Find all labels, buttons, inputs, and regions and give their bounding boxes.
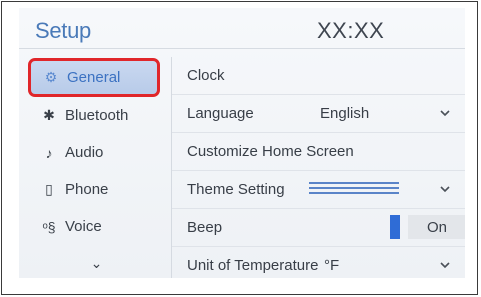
- setting-label: Beep: [187, 219, 223, 236]
- clock-display: XX:XX: [317, 18, 385, 43]
- setup-screen: Setup XX:XX ⚙ General ✱ Bluetooth ♪ Audi…: [19, 8, 465, 278]
- sidebar-item-voice[interactable]: ᵒ§ Voice: [29, 208, 164, 245]
- setting-row-beep[interactable]: Beep On: [172, 209, 465, 247]
- sidebar-item-label: Bluetooth: [65, 107, 129, 124]
- theme-preview-icon: [309, 182, 399, 196]
- phone-icon: ▯: [45, 181, 53, 197]
- setting-row-temperature[interactable]: Unit of Temperature °F: [172, 247, 465, 278]
- sidebar-item-label: General: [67, 69, 121, 86]
- temperature-value: °F: [324, 257, 340, 274]
- setting-label: Clock: [187, 67, 225, 84]
- chevron-down-icon: ⌄: [90, 255, 103, 271]
- setting-label: Language: [187, 105, 254, 122]
- setting-label: Unit of Temperature: [187, 257, 319, 274]
- sidebar-item-phone[interactable]: ▯ Phone: [29, 171, 164, 208]
- page-title: Setup: [35, 18, 91, 43]
- sidebar-item-bluetooth[interactable]: ✱ Bluetooth: [29, 97, 164, 134]
- voice-icon: ᵒ§: [42, 218, 56, 235]
- bluetooth-icon: ✱: [43, 107, 55, 123]
- setting-row-language[interactable]: Language English: [172, 95, 465, 133]
- sidebar-more-button[interactable]: ⌄: [29, 245, 164, 278]
- screenshot-frame: Setup XX:XX ⚙ General ✱ Bluetooth ♪ Audi…: [1, 1, 478, 295]
- sidebar-item-audio[interactable]: ♪ Audio: [29, 134, 164, 171]
- chevron-down-icon[interactable]: [438, 182, 452, 196]
- sidebar-item-label: Phone: [65, 181, 109, 198]
- setting-label: Theme Setting: [187, 181, 285, 198]
- setting-row-home-screen[interactable]: Customize Home Screen: [172, 133, 465, 171]
- language-value: English: [320, 105, 370, 122]
- gear-icon: ⚙: [44, 69, 58, 85]
- chevron-down-icon[interactable]: [438, 258, 452, 272]
- music-note-icon: ♪: [45, 144, 53, 161]
- header-divider: [19, 48, 465, 49]
- chevron-down-icon[interactable]: [438, 106, 452, 120]
- toggle-state: On: [408, 215, 465, 239]
- header: Setup XX:XX: [19, 8, 465, 50]
- setting-label: Customize Home Screen: [187, 143, 354, 160]
- sidebar: ⚙ General ✱ Bluetooth ♪ Audio ▯ Phone ᵒ§…: [28, 58, 164, 278]
- settings-list: Clock Language English Customize Home Sc…: [171, 57, 465, 278]
- sidebar-item-label: Voice: [65, 218, 102, 235]
- setting-row-theme[interactable]: Theme Setting: [172, 171, 465, 209]
- sidebar-item-general[interactable]: ⚙ General: [28, 58, 160, 97]
- toggle-indicator: [390, 215, 400, 239]
- sidebar-item-label: Audio: [65, 144, 104, 161]
- beep-toggle[interactable]: On: [380, 215, 465, 239]
- setting-row-clock[interactable]: Clock: [172, 57, 465, 95]
